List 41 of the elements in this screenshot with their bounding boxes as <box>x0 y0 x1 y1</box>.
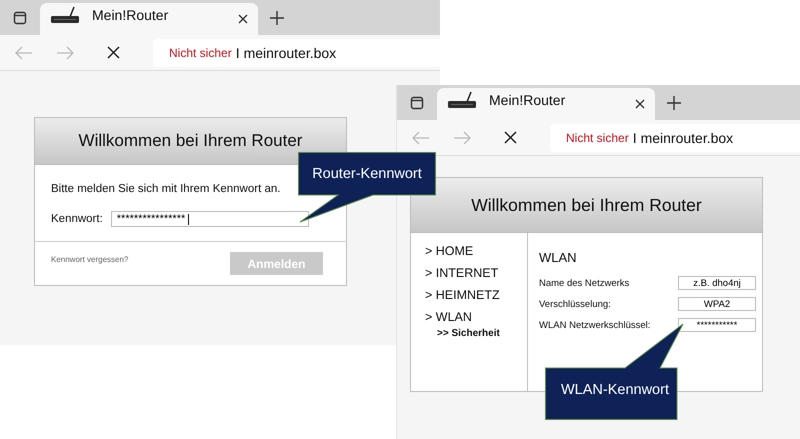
input-field[interactable]: z.B. dho4nj <box>678 276 756 290</box>
url-text: meinrouter.box <box>244 44 336 60</box>
window-icon <box>13 10 27 24</box>
close-icon[interactable] <box>635 99 645 109</box>
field-label: Kennwort: <box>51 213 103 225</box>
close-icon[interactable] <box>107 46 120 59</box>
address-bar[interactable]: Nicht sicher I meinrouter.box <box>153 38 440 66</box>
browser-tab[interactable]: Mein!Router <box>437 88 655 120</box>
card-title: Willkommen bei Ihrem Router <box>78 131 302 151</box>
input-field[interactable]: *********** <box>678 318 756 332</box>
close-icon[interactable] <box>504 131 517 144</box>
address-bar[interactable]: Nicht sicher I meinrouter.box <box>550 124 800 152</box>
field-label: Verschlüsselung: <box>539 298 611 310</box>
url-text: meinrouter.box <box>640 130 734 146</box>
security-warning: Nicht sicher <box>169 46 232 60</box>
security-warning: Nicht sicher <box>566 130 629 144</box>
field-label: Name des Netzwerks <box>539 278 630 288</box>
input-field[interactable]: WPA2 <box>678 297 756 311</box>
forgot-password-link[interactable]: Kennwort vergessen? <box>51 255 128 264</box>
tab-title: Mein!Router <box>489 92 566 108</box>
window-icon <box>410 96 424 110</box>
login-prompt: Bitte melden Sie sich mit Ihrem Kennwort an. <box>51 183 282 195</box>
card-title: Willkommen bei Ihrem Router <box>471 194 702 216</box>
separator-text: I <box>632 130 637 146</box>
close-icon[interactable] <box>238 14 248 24</box>
field-label: WLAN Netzwerkschlüssel: <box>539 320 650 330</box>
nav-subitem[interactable]: >> Sicherheit <box>437 328 500 339</box>
section-title: WLAN <box>539 250 578 265</box>
nav-item[interactable]: > HOME <box>425 244 474 258</box>
new-tab-icon[interactable] <box>270 11 284 25</box>
password-field[interactable]: **************** <box>110 211 309 227</box>
browser-tab[interactable]: Mein!Router <box>40 3 258 35</box>
separator-text: I <box>236 44 240 60</box>
nav-item[interactable]: > HEIMNETZ <box>425 288 500 302</box>
nav-item[interactable]: > INTERNET <box>425 266 498 280</box>
router-icon <box>50 6 80 26</box>
tab-title: Mein!Router <box>92 7 170 23</box>
new-tab-icon[interactable] <box>667 96 681 110</box>
callout: Router-Kennwort <box>298 152 436 223</box>
nav-item[interactable]: > WLAN <box>425 310 472 324</box>
router-icon <box>447 91 477 111</box>
